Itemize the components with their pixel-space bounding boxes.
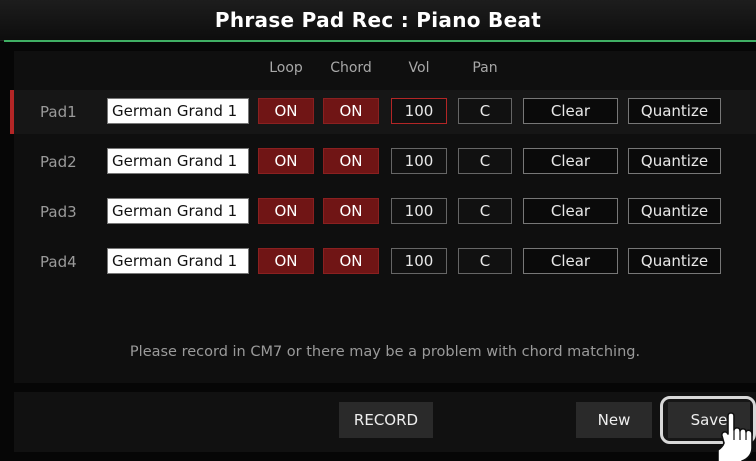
pad-row-1[interactable]: Pad1 German Grand 1 ON ON 100 C Clear Qu…: [10, 90, 756, 134]
column-header-loop: Loop: [269, 60, 303, 76]
quantize-button[interactable]: Quantize: [628, 248, 721, 274]
column-header-pan: Pan: [472, 60, 498, 76]
voice-select[interactable]: German Grand 1: [107, 198, 249, 224]
voice-select[interactable]: German Grand 1: [107, 148, 249, 174]
pan-field[interactable]: C: [458, 198, 512, 224]
pad-label: Pad3: [40, 203, 77, 221]
chord-toggle[interactable]: ON: [323, 248, 379, 274]
pan-field[interactable]: C: [458, 148, 512, 174]
clear-button[interactable]: Clear: [523, 198, 618, 224]
footer-bar: RECORD New Save: [14, 392, 756, 452]
column-header-vol: Vol: [408, 60, 430, 76]
pan-field[interactable]: C: [458, 98, 512, 124]
loop-toggle[interactable]: ON: [258, 98, 314, 124]
clear-button[interactable]: Clear: [523, 148, 618, 174]
chord-toggle[interactable]: ON: [323, 98, 379, 124]
pad-label: Pad2: [40, 153, 77, 171]
volume-field[interactable]: 100: [391, 98, 447, 124]
selected-row-marker: [10, 90, 14, 134]
pad-row-4[interactable]: Pad4 German Grand 1 ON ON 100 C Clear Qu…: [14, 240, 756, 284]
loop-toggle[interactable]: ON: [258, 248, 314, 274]
quantize-button[interactable]: Quantize: [628, 98, 721, 124]
new-button[interactable]: New: [576, 402, 652, 438]
loop-toggle[interactable]: ON: [258, 198, 314, 224]
chord-warning-message: Please record in CM7 or there may be a p…: [129, 344, 641, 360]
title-bar: Phrase Pad Rec : Piano Beat: [0, 0, 756, 41]
column-header-chord: Chord: [330, 60, 372, 76]
volume-field[interactable]: 100: [391, 198, 447, 224]
title-accent-line: [4, 40, 756, 42]
pan-field[interactable]: C: [458, 248, 512, 274]
chord-toggle[interactable]: ON: [323, 148, 379, 174]
voice-select[interactable]: German Grand 1: [107, 98, 249, 124]
clear-button[interactable]: Clear: [523, 98, 618, 124]
record-button[interactable]: RECORD: [339, 402, 433, 438]
quantize-button[interactable]: Quantize: [628, 198, 721, 224]
clear-button[interactable]: Clear: [523, 248, 618, 274]
pad-label: Pad4: [40, 253, 77, 271]
voice-select[interactable]: German Grand 1: [107, 248, 249, 274]
volume-field[interactable]: 100: [391, 148, 447, 174]
pad-label: Pad1: [40, 103, 77, 121]
pad-row-2[interactable]: Pad2 German Grand 1 ON ON 100 C Clear Qu…: [14, 140, 756, 184]
pointing-hand-icon: [718, 412, 756, 461]
phrase-pad-rec-window: Phrase Pad Rec : Piano Beat Loop Chord V…: [0, 0, 756, 461]
chord-toggle[interactable]: ON: [323, 198, 379, 224]
quantize-button[interactable]: Quantize: [628, 148, 721, 174]
window-title: Phrase Pad Rec : Piano Beat: [214, 8, 542, 32]
volume-field[interactable]: 100: [391, 248, 447, 274]
pad-row-3[interactable]: Pad3 German Grand 1 ON ON 100 C Clear Qu…: [14, 190, 756, 234]
loop-toggle[interactable]: ON: [258, 148, 314, 174]
